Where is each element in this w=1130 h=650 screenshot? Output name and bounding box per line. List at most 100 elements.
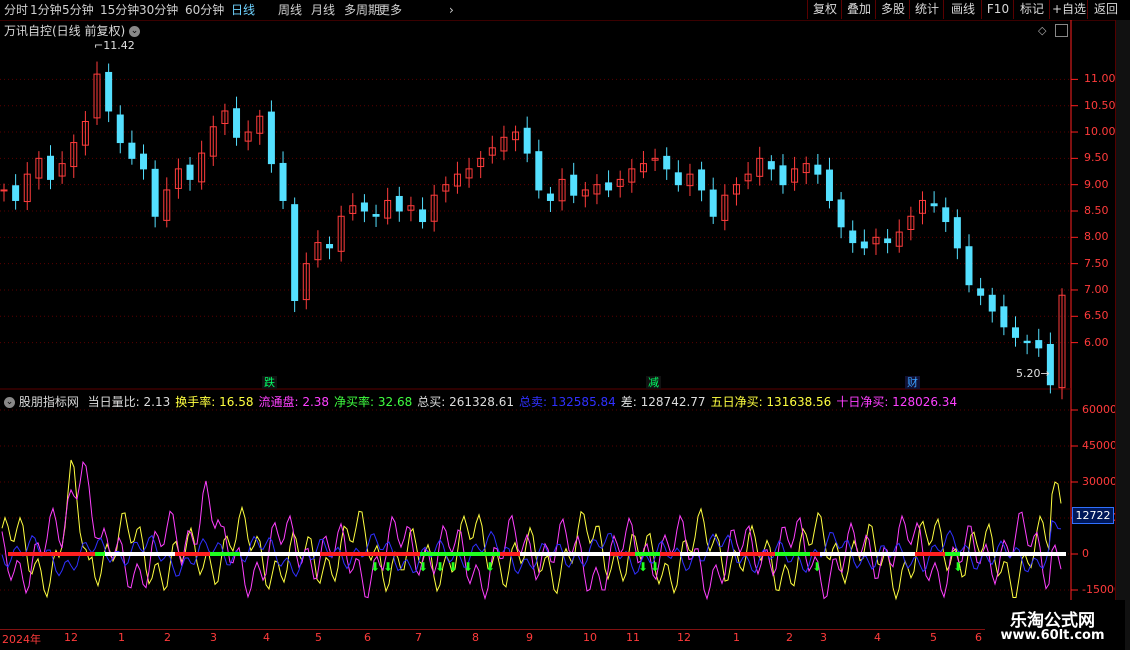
price-tick-label: 11.00 [1084, 72, 1116, 86]
x-axis-label: 6 [975, 631, 982, 644]
tab-period-6[interactable]: 日线 [231, 2, 255, 18]
toolbar-button-0[interactable]: 复权 [807, 0, 842, 19]
marker-finance[interactable]: 财 [905, 376, 920, 389]
marker-fall[interactable]: 跌 [262, 376, 277, 389]
candle-body [698, 169, 706, 191]
toolbar-button-3[interactable]: 统计 [909, 0, 944, 19]
low-arrow-icon: → [1040, 367, 1050, 380]
x-axis-label: 5 [930, 631, 937, 644]
candle-body [523, 127, 531, 154]
candle-body [419, 209, 427, 223]
x-axis-label: 7 [415, 631, 422, 644]
x-axis-label: 4 [263, 631, 270, 644]
x-axis-label: 11 [626, 631, 640, 644]
high-arrow-icon: ⌐ [94, 39, 104, 52]
tab-period-3[interactable]: 15分钟 [100, 2, 139, 18]
tab-period-4[interactable]: 30分钟 [139, 2, 178, 18]
candle-body [116, 114, 124, 144]
indicator-chart[interactable]: ⬇ ⬇ ⬇ ⬇ ⬇ ⬇ ⬇ ⬇ ⬇ ⬇ ⬇ [0, 390, 1130, 630]
x-axis-label: 4 [874, 631, 881, 644]
toolbar-button-7[interactable]: +自选 [1049, 0, 1088, 19]
tab-period-9[interactable]: 多周期 [344, 2, 380, 18]
candle-body [663, 155, 671, 170]
toolbar-button-2[interactable]: 多股 [875, 0, 910, 19]
candle-body [291, 204, 299, 301]
indicator-series-line [1, 459, 1062, 601]
indicator-tick-label: 0 [1082, 547, 1089, 560]
candle-body [1011, 327, 1019, 338]
price-tick-label: 8.50 [1084, 204, 1109, 217]
down-arrow-icon: ⬇ [370, 560, 380, 574]
candle-body [965, 246, 973, 286]
tab-period-5[interactable]: 60分钟 [185, 2, 224, 18]
candle-body [326, 244, 334, 249]
candle-body [767, 161, 775, 170]
down-arrow-icon: ⬇ [953, 560, 963, 574]
candle-body [1035, 340, 1043, 349]
candle-body [570, 174, 578, 196]
period-toolbar: 分时 1分钟 5分钟 15分钟 30分钟 60分钟 日线 周线 月线 多周期 更多 › 复权 叠加 多股统… [0, 0, 1130, 21]
down-arrow-icon: ⬇ [463, 560, 473, 574]
tab-period-7[interactable]: 周线 [278, 2, 302, 18]
price-tick-label: 7.00 [1084, 282, 1109, 296]
price-tick-label: 8.00 [1084, 230, 1109, 244]
down-arrow-icon: ⬇ [638, 560, 648, 574]
price-chart[interactable] [0, 20, 1130, 410]
x-axis-label: 5 [315, 631, 322, 644]
tab-period-8[interactable]: 月线 [311, 2, 335, 18]
x-axis-label: 9 [526, 631, 533, 644]
toolbar-button-4[interactable]: 画线 [943, 0, 982, 19]
price-tick-label: 6.50 [1084, 309, 1109, 323]
price-tick-label: 10.00 [1084, 125, 1116, 139]
candle-body [849, 230, 857, 244]
more-arrow-icon[interactable]: › [449, 2, 454, 18]
candle-body [709, 189, 717, 217]
indicator-tick-label: 60000 [1082, 403, 1117, 416]
low-price-label: 5.20→ [1016, 367, 1050, 380]
x-axis-label: 2024年 [2, 633, 41, 646]
down-arrow-icon: ⬇ [812, 560, 822, 574]
candle-body [535, 151, 543, 191]
toolbar-button-8[interactable]: 返回 [1087, 0, 1124, 19]
down-arrow-icon: ⬇ [485, 560, 495, 574]
x-axis-label: 12 [64, 631, 78, 644]
price-tick-label: 6.00 [1084, 335, 1109, 349]
candle-body [12, 185, 20, 201]
down-arrow-icon: ⬇ [418, 560, 428, 574]
x-axis-label: 2 [164, 631, 171, 644]
candle-body [953, 217, 961, 249]
tab-period-1[interactable]: 1分钟 [30, 2, 62, 18]
x-axis-label: 10 [583, 631, 597, 644]
price-tick-label: 9.50 [1084, 151, 1109, 165]
candle-body [1000, 306, 1008, 328]
candle-body [0, 189, 8, 192]
right-side-strip [1115, 20, 1130, 650]
candle-body [233, 108, 241, 138]
candle-body [128, 142, 136, 159]
x-axis-label: 6 [364, 631, 371, 644]
toolbar-button-1[interactable]: 叠加 [841, 0, 876, 19]
candle-body [860, 241, 868, 249]
candle-body [884, 238, 892, 244]
candle-body [930, 203, 938, 207]
toolbar-button-6[interactable]: 标记 [1013, 0, 1050, 19]
candle-body [814, 164, 822, 175]
candle-body [674, 172, 682, 186]
down-arrow-icon: ⬇ [383, 560, 393, 574]
marker-reduce[interactable]: 减 [646, 376, 661, 389]
candle-body [988, 294, 996, 312]
candle-body [140, 153, 148, 170]
candle-body [279, 162, 287, 201]
tab-period-0[interactable]: 分时 [4, 2, 28, 18]
watermark-url: www.60lt.com [1000, 628, 1105, 643]
candle-body [47, 155, 55, 180]
x-axis-label: 3 [210, 631, 217, 644]
x-axis-label: 1 [118, 631, 125, 644]
down-arrow-icon: ⬇ [650, 560, 660, 574]
candle-body [977, 288, 985, 296]
candle-body [546, 193, 554, 201]
tab-period-10[interactable]: 更多 [378, 2, 402, 18]
indicator-tick-label: 30000 [1082, 475, 1117, 488]
tab-period-2[interactable]: 5分钟 [62, 2, 94, 18]
toolbar-button-5[interactable]: F10 [981, 0, 1014, 19]
